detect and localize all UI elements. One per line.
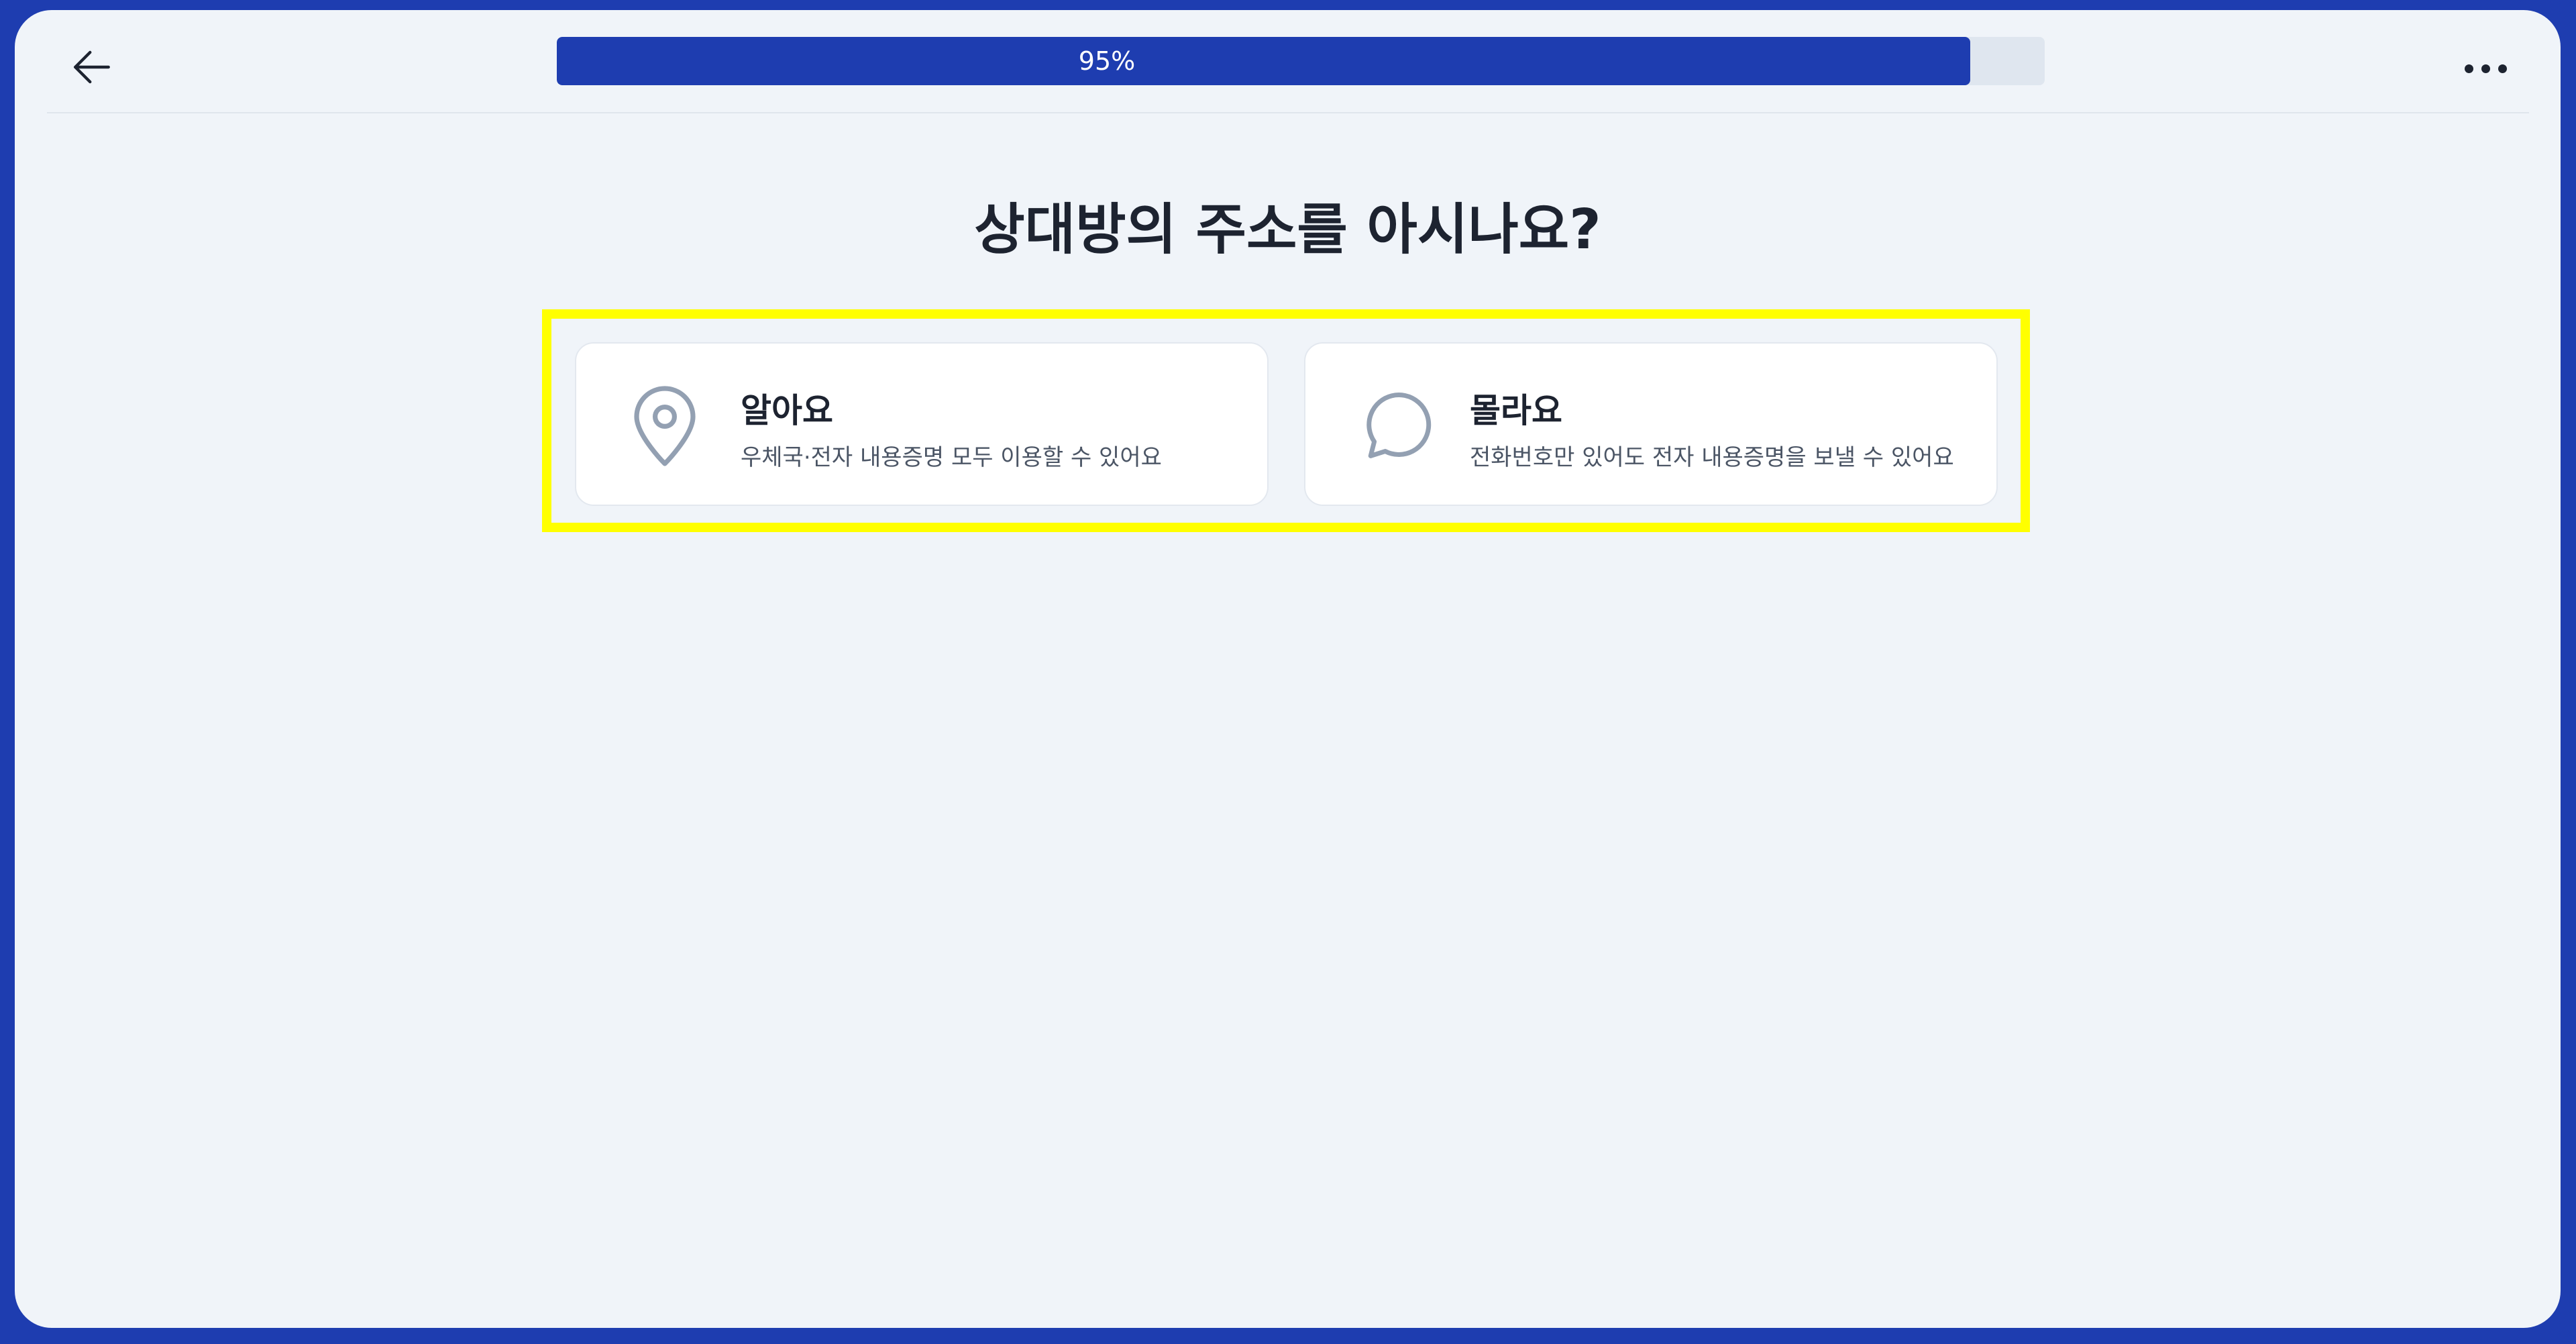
more-horizontal-icon-dot xyxy=(2498,64,2507,73)
more-options-button[interactable] xyxy=(2455,45,2516,92)
option-title: 몰라요 xyxy=(1470,391,1562,430)
option-card-dont-know[interactable]: 몰라요 전화번호만 있어도 전자 내용증명을 보낼 수 있어요 xyxy=(1304,342,1998,506)
top-bar: 95% xyxy=(47,10,2529,113)
more-horizontal-icon xyxy=(2464,64,2473,73)
option-title: 알아요 xyxy=(741,391,833,430)
option-card-know[interactable]: 알아요 우체국·전자 내용증명 모두 이용할 수 있어요 xyxy=(575,342,1269,506)
more-horizontal-icon-dot xyxy=(2481,64,2490,73)
option-description: 우체국·전자 내용증명 모두 이용할 수 있어요 xyxy=(741,444,1162,471)
options-group-highlight: 알아요 우체국·전자 내용증명 모두 이용할 수 있어요 몰라요 전화번호만 있… xyxy=(542,309,2030,532)
back-button[interactable] xyxy=(66,41,118,93)
chat-bubble-icon xyxy=(1352,382,1436,470)
progress-bar: 95% xyxy=(557,37,2045,85)
page-title: 상대방의 주소를 아시나요? xyxy=(974,198,1601,262)
progress-label: 95% xyxy=(1078,46,1136,76)
option-description: 전화번호만 있어도 전자 내용증명을 보낼 수 있어요 xyxy=(1470,444,1954,471)
arrow-left-icon xyxy=(74,50,110,84)
map-pin-icon xyxy=(623,382,706,470)
app-window: 95% 상대방의 주소를 아시나요? 알아요 우체국·전자 내용증명 모두 이용… xyxy=(15,10,2561,1328)
